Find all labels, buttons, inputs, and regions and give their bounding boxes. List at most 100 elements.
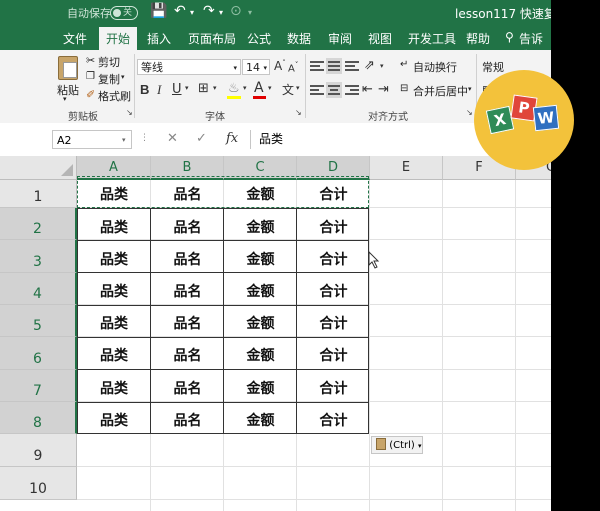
increase-indent-icon[interactable]: ⇥ [378, 82, 389, 97]
row-header-10[interactable]: 10 [0, 467, 77, 500]
table-cell[interactable]: 金额 [224, 345, 297, 365]
font-color-icon[interactable]: A [254, 80, 264, 96]
right-align-button[interactable] [345, 83, 359, 97]
fill-color-dropdown-icon[interactable]: ▾ [243, 84, 247, 92]
table-cell[interactable]: 品类 [77, 378, 151, 398]
wrap-text-icon[interactable]: ↵ [400, 59, 408, 70]
tab-data[interactable]: 数据 [287, 30, 311, 47]
row-header-9[interactable]: 9 [0, 434, 77, 467]
spreadsheet-grid[interactable]: A B C D E F G 1 2 3 4 5 6 7 8 9 10 [0, 156, 551, 511]
table-cell[interactable]: 品名 [151, 281, 224, 301]
table-cell[interactable]: 品名 [151, 378, 224, 398]
insert-function-button[interactable]: fx [226, 131, 238, 146]
underline-button[interactable]: U [172, 82, 182, 97]
table-cell[interactable]: 金额 [224, 217, 297, 237]
table-cell[interactable]: 品类 [77, 184, 151, 204]
table-cell[interactable]: 金额 [224, 313, 297, 333]
table-cell[interactable]: 金额 [224, 249, 297, 269]
table-cell[interactable]: 品名 [151, 410, 224, 430]
search-icon[interactable]: ⚲ [505, 30, 514, 44]
orientation-icon[interactable]: ⇗ [364, 58, 375, 73]
table-cell[interactable]: 金额 [224, 184, 297, 204]
decrease-indent-icon[interactable]: ⇤ [362, 82, 373, 97]
table-cell[interactable]: 品类 [77, 217, 151, 237]
redo-icon[interactable]: ↷ [203, 3, 215, 19]
tab-file[interactable]: 文件 [63, 30, 87, 47]
name-box[interactable]: A2 [52, 130, 132, 149]
phonetic-guide-icon[interactable]: 文 [282, 81, 294, 98]
clipboard-launcher-icon[interactable]: ↘ [126, 108, 133, 117]
top-align-button[interactable] [310, 59, 324, 73]
undo-dropdown-icon[interactable]: ▾ [190, 8, 194, 17]
paste-button[interactable]: 粘贴 ▾ [55, 54, 81, 104]
table-cell[interactable]: 合计 [297, 249, 370, 269]
borders-dropdown-icon[interactable]: ▾ [213, 84, 217, 92]
save-icon[interactable]: 💾 [150, 3, 167, 19]
tab-formulas[interactable]: 公式 [247, 30, 271, 47]
merge-dropdown-icon[interactable]: ▾ [468, 85, 472, 93]
merge-center-button[interactable]: 合并后居中 [413, 83, 468, 99]
table-cell[interactable]: 品类 [77, 313, 151, 333]
tab-insert[interactable]: 插入 [147, 30, 171, 47]
copy-dropdown-icon[interactable]: ▾ [121, 73, 125, 81]
underline-dropdown-icon[interactable]: ▾ [185, 84, 189, 92]
font-name-select[interactable]: 等线 ▾ [137, 59, 241, 75]
row-header-2[interactable]: 2 [0, 208, 77, 240]
customize-dropdown-icon[interactable]: ▾ [248, 8, 252, 17]
name-box-dropdown-icon[interactable]: ▾ [122, 136, 126, 144]
bottom-align-button[interactable] [345, 59, 359, 73]
table-cell[interactable]: 品名 [151, 345, 224, 365]
bold-button[interactable]: B [140, 82, 149, 97]
increase-font-size-icon[interactable]: A˄ [274, 59, 286, 73]
table-cell[interactable]: 品类 [77, 345, 151, 365]
wrap-text-button[interactable]: 自动换行 [413, 59, 457, 75]
table-cell[interactable]: 金额 [224, 378, 297, 398]
resize-handle-icon[interactable]: ⋮ [140, 133, 149, 143]
row-header-4[interactable]: 4 [0, 273, 77, 305]
more-commands-icon[interactable]: ⊙ [230, 3, 242, 19]
font-launcher-icon[interactable]: ↘ [295, 108, 302, 117]
copy-button[interactable]: 复制 [98, 71, 120, 87]
decrease-font-size-icon[interactable]: A˅ [288, 61, 298, 74]
tab-help[interactable]: 帮助 [466, 30, 490, 47]
table-cell[interactable]: 合计 [297, 313, 370, 333]
font-color-dropdown-icon[interactable]: ▾ [268, 84, 272, 92]
table-cell[interactable]: 品名 [151, 249, 224, 269]
table-cell[interactable]: 品名 [151, 184, 224, 204]
table-cell[interactable]: 品类 [77, 410, 151, 430]
table-cell[interactable]: 合计 [297, 281, 370, 301]
cut-button[interactable]: 剪切 [98, 54, 120, 70]
tab-view[interactable]: 视图 [368, 30, 392, 47]
table-cell[interactable]: 合计 [297, 184, 370, 204]
table-cell[interactable]: 金额 [224, 410, 297, 430]
table-cell[interactable]: 品名 [151, 217, 224, 237]
merge-center-icon[interactable]: ⊟ [400, 83, 408, 94]
paste-options-button[interactable]: (Ctrl) ▾ [371, 436, 423, 454]
row-header-5[interactable]: 5 [0, 305, 77, 337]
enter-icon[interactable]: ✓ [196, 131, 207, 146]
row-header-3[interactable]: 3 [0, 240, 77, 273]
row-header-8[interactable]: 8 [0, 402, 77, 434]
font-size-select[interactable]: 14 ▾ [242, 59, 270, 75]
table-cell[interactable]: 品类 [77, 281, 151, 301]
phonetic-dropdown-icon[interactable]: ▾ [296, 84, 300, 92]
cancel-icon[interactable]: ✕ [167, 131, 178, 146]
number-format-select[interactable]: 常规 [482, 59, 504, 75]
alignment-launcher-icon[interactable]: ↘ [466, 108, 473, 117]
tab-developer[interactable]: 开发工具 [408, 30, 456, 47]
row-header-1[interactable]: 1 [0, 180, 77, 208]
italic-button[interactable]: I [157, 82, 161, 98]
cut-icon[interactable]: ✂ [86, 54, 95, 67]
undo-icon[interactable]: ↶ [174, 3, 186, 19]
select-all-button[interactable] [0, 156, 77, 180]
redo-dropdown-icon[interactable]: ▾ [219, 8, 223, 17]
tab-home[interactable]: 开始 [99, 27, 138, 51]
center-align-button[interactable] [326, 82, 342, 98]
orientation-dropdown-icon[interactable]: ▾ [380, 62, 384, 70]
format-painter-button[interactable]: 格式刷 [98, 88, 131, 104]
format-painter-icon[interactable]: ✐ [86, 88, 95, 101]
tab-review[interactable]: 审阅 [328, 30, 352, 47]
table-cell[interactable]: 品名 [151, 313, 224, 333]
borders-icon[interactable]: ⊞ [198, 81, 209, 96]
middle-align-button[interactable] [326, 58, 342, 74]
